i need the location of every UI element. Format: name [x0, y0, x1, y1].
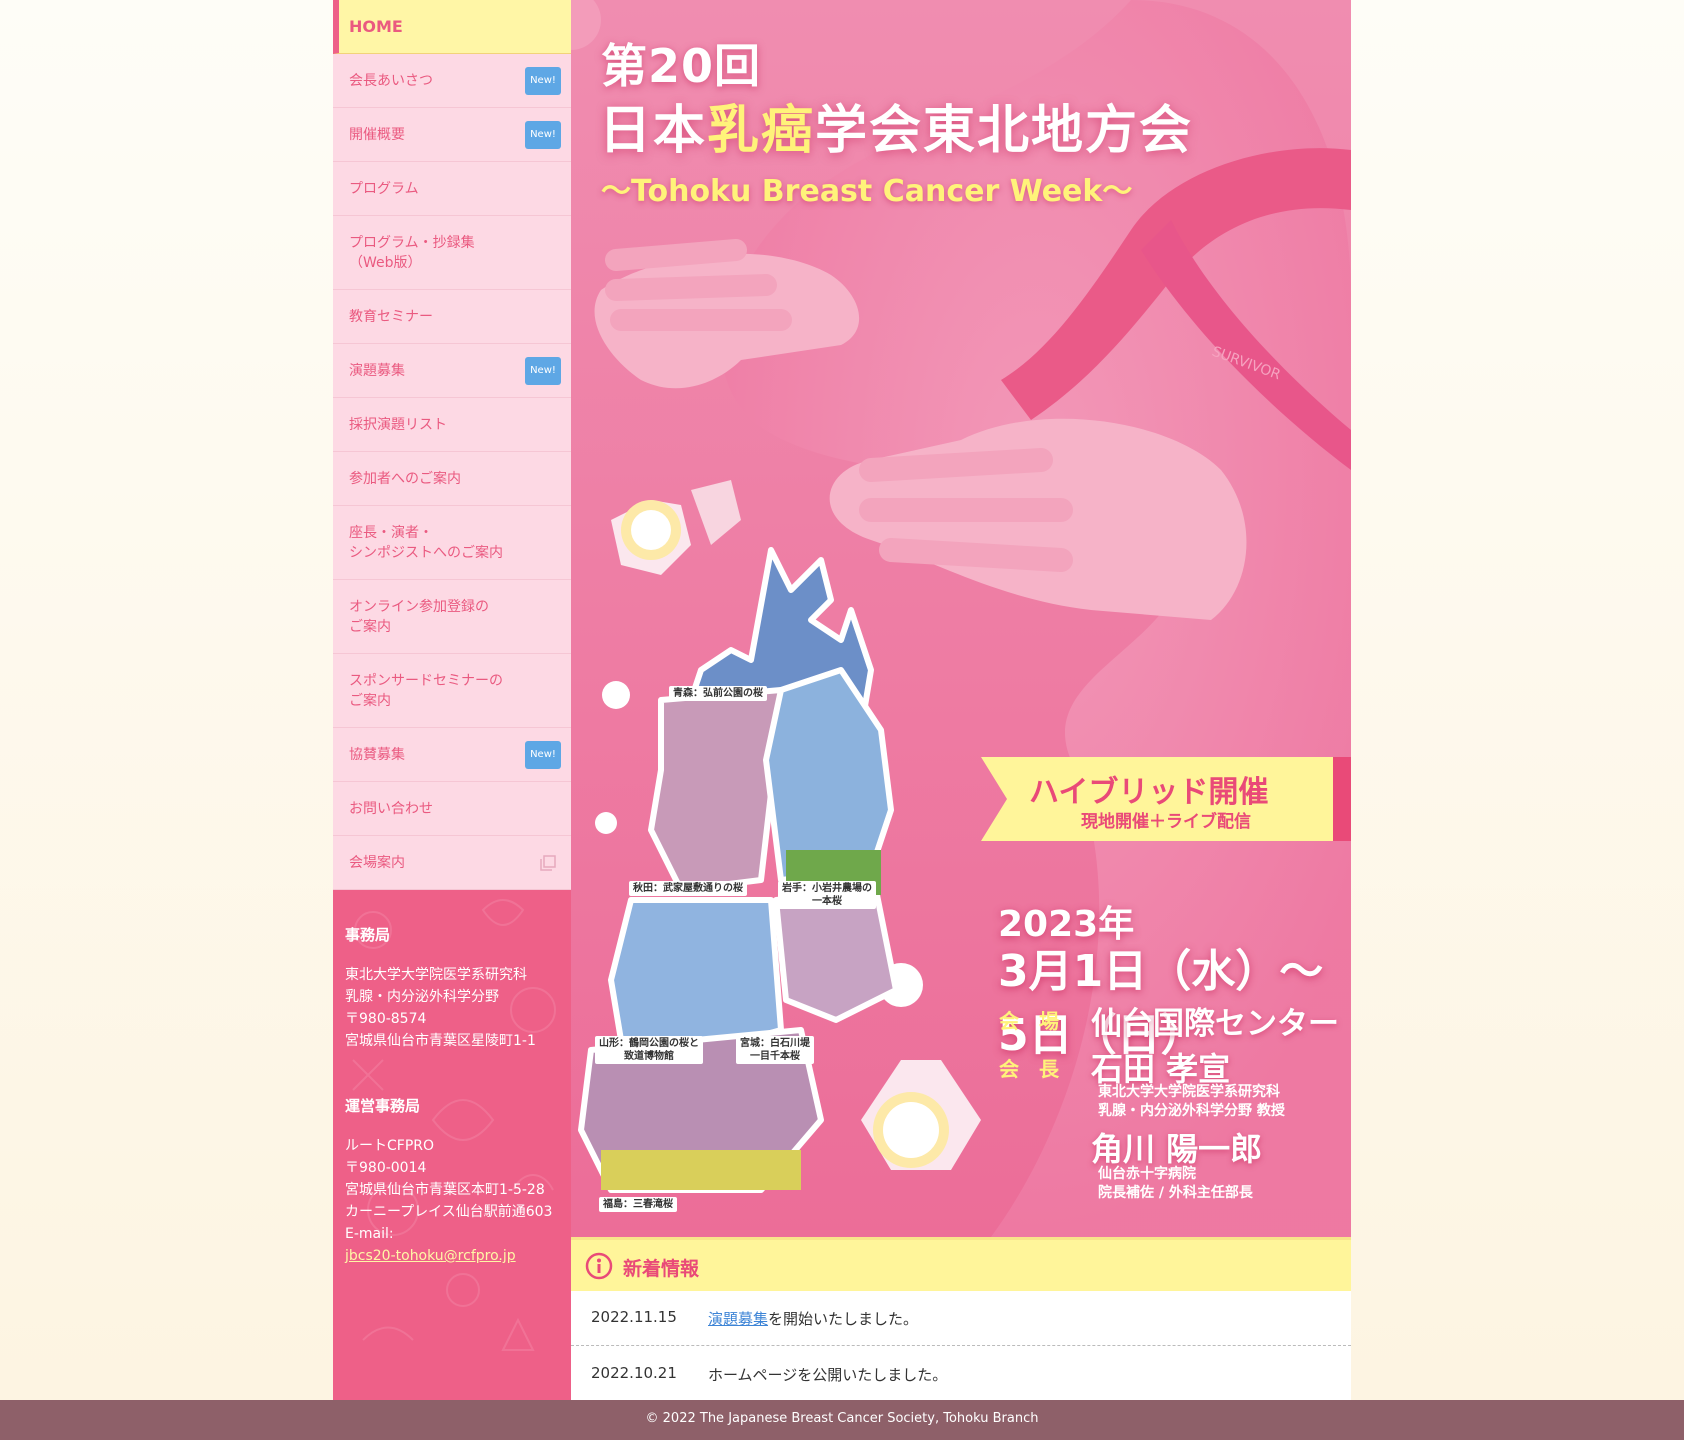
nav-item[interactable]: 採択演題リスト	[333, 398, 571, 452]
map-label-fukushima: 福島：三春滝桜	[599, 1197, 677, 1212]
nav-item-label: スポンサードセミナーの ご案内	[349, 673, 503, 709]
title-highlight: 乳癌	[707, 101, 816, 161]
secretariat-address: 東北大学大学院医学系研究科 乳腺・内分泌外科学分野 〒980-8574 宮城県仙…	[345, 967, 536, 1049]
nav-item-label: 演題募集	[349, 363, 405, 379]
hero-banner: SURVIVOR 第20回 日本乳癌学会東北地方会 〜Tohoku Breast…	[571, 0, 1351, 1237]
nav-item[interactable]: 参加者へのご案内	[333, 452, 571, 506]
new-badge: New!	[525, 67, 561, 95]
news-date: 2022.11.15	[591, 1308, 677, 1326]
president1-affiliation: 東北大学大学院医学系研究科 乳腺・内分泌外科学分野 教授	[1098, 1084, 1285, 1119]
event-title: 日本乳癌学会東北地方会	[599, 88, 1193, 163]
map-label-iwate: 岩手：小岩井農場の 一本桜	[778, 881, 876, 909]
hybrid-main-text: ハイブリッド開催	[1029, 775, 1269, 810]
footer: © 2022 The Japanese Breast Cancer Societ…	[0, 1400, 1684, 1440]
president2-name: 角川 陽一郎	[1091, 1130, 1263, 1168]
event-subtitle: 〜Tohoku Breast Cancer Week〜	[601, 174, 1133, 209]
nav-item[interactable]: オンライン参加登録の ご案内	[333, 580, 571, 654]
map-label-yamagata: 山形：鶴岡公園の桜と 致道博物館	[595, 1036, 703, 1064]
news-date: 2022.10.21	[591, 1364, 677, 1382]
nav-item[interactable]: 会場案内	[333, 836, 571, 890]
nav-item-label: オンライン参加登録の ご案内	[349, 599, 489, 635]
map-label-miyagi: 宮城：白石川堤 一目千本桜	[736, 1036, 814, 1064]
nav-item-label: 教育セミナー	[349, 309, 433, 325]
news-text: ホームページを公開いたしました。	[708, 1366, 948, 1384]
nav-item-label: お問い合わせ	[349, 801, 433, 817]
footer-copyright: © 2022 The Japanese Breast Cancer Societ…	[645, 1411, 1039, 1426]
info-icon	[585, 1252, 613, 1280]
nav-item[interactable]: 演題募集 New!	[333, 344, 571, 398]
nav-item-label: 座長・演者・ シンポジストへのご案内	[349, 525, 503, 561]
news-text-rest: を開始いたしました。	[768, 1310, 919, 1328]
nav-item-label: プログラム・抄録集 （Web版）	[349, 235, 475, 271]
venue-label: 会 場	[999, 1009, 1059, 1033]
nav-item[interactable]: HOME	[333, 0, 571, 54]
nav-item-label: 参加者へのご案内	[349, 471, 461, 487]
nav-item[interactable]: 協賛募集 New!	[333, 728, 571, 782]
news-header: 新着情報	[571, 1237, 1351, 1291]
new-badge: New!	[525, 357, 561, 385]
operations-heading: 運営事務局	[345, 1097, 421, 1115]
nav-item[interactable]: プログラム・抄録集 （Web版）	[333, 216, 571, 290]
new-badge: New!	[525, 741, 561, 769]
map-label-akita: 秋田：武家屋敷通りの桜	[629, 881, 747, 896]
external-window-icon	[540, 855, 556, 871]
map-label-aomori: 青森：弘前公園の桜	[669, 686, 767, 701]
president-label: 会 長	[999, 1057, 1059, 1081]
secretariat-info: 事務局 東北大学大学院医学系研究科 乳腺・内分泌外科学分野 〒980-8574 …	[345, 924, 536, 1052]
hybrid-sub-text: 現地開催＋ライブ配信	[1081, 812, 1251, 832]
operations-info: 運営事務局 ルートCFPRO 〒980-0014 宮城県仙台市青葉区本町1-5-…	[345, 1095, 552, 1267]
nav-item[interactable]: 座長・演者・ シンポジストへのご案内	[333, 506, 571, 580]
operations-address: ルートCFPRO 〒980-0014 宮城県仙台市青葉区本町1-5-28 カーニ…	[345, 1138, 553, 1242]
nav-item-label: HOME	[349, 17, 403, 36]
nav-item[interactable]: 会長あいさつ New!	[333, 54, 571, 108]
news-section: 新着情報 2022.11.15 演題募集を開始いたしました。 2022.10.2…	[571, 1237, 1351, 1400]
new-badge: New!	[525, 121, 561, 149]
president2-affiliation: 仙台赤十字病院 院長補佐 / 外科主任部長	[1098, 1166, 1253, 1201]
nav-item[interactable]: お問い合わせ	[333, 782, 571, 836]
page-wrapper: HOME 会長あいさつ New! 開催概要 New! プログラムプログラム・抄録集 （We…	[333, 0, 1351, 1400]
nav-item-label: 採択演題リスト	[349, 417, 447, 433]
edition-text: 第20回	[601, 39, 762, 93]
title-part2: 学会東北地方会	[815, 101, 1194, 161]
nav-item[interactable]: 教育セミナー	[333, 290, 571, 344]
news-text: 演題募集を開始いたしました。	[708, 1308, 918, 1329]
news-title: 新着情報	[623, 1258, 700, 1280]
news-link[interactable]: 演題募集	[708, 1310, 768, 1328]
news-item: 2022.10.21 ホームページを公開いたしました。	[571, 1347, 1351, 1401]
secretariat-heading: 事務局	[345, 926, 391, 944]
news-item: 2022.11.15 演題募集を開始いたしました。	[571, 1291, 1351, 1345]
email-link[interactable]: jbcs20-tohoku@rcfpro.jp	[345, 1248, 516, 1264]
nav-item-label: プログラム	[349, 181, 419, 197]
nav-item-label: 協賛募集	[349, 747, 405, 763]
nav-item[interactable]: スポンサードセミナーの ご案内	[333, 654, 571, 728]
nav-item-label: 会長あいさつ	[349, 73, 433, 89]
title-part1: 日本	[599, 101, 708, 161]
nav-item[interactable]: 開催概要 New!	[333, 108, 571, 162]
news-divider	[571, 1345, 1351, 1346]
venue-name: 仙台国際センター	[1091, 1006, 1339, 1042]
nav-item-label: 開催概要	[349, 127, 405, 143]
hybrid-banner: ハイブリッド開催 現地開催＋ライブ配信	[981, 757, 1351, 841]
sidebar: HOME 会長あいさつ New! 開催概要 New! プログラムプログラム・抄録集 （We…	[333, 0, 571, 1400]
nav-item-label: 会場案内	[349, 855, 405, 871]
nav-item[interactable]: プログラム	[333, 162, 571, 216]
